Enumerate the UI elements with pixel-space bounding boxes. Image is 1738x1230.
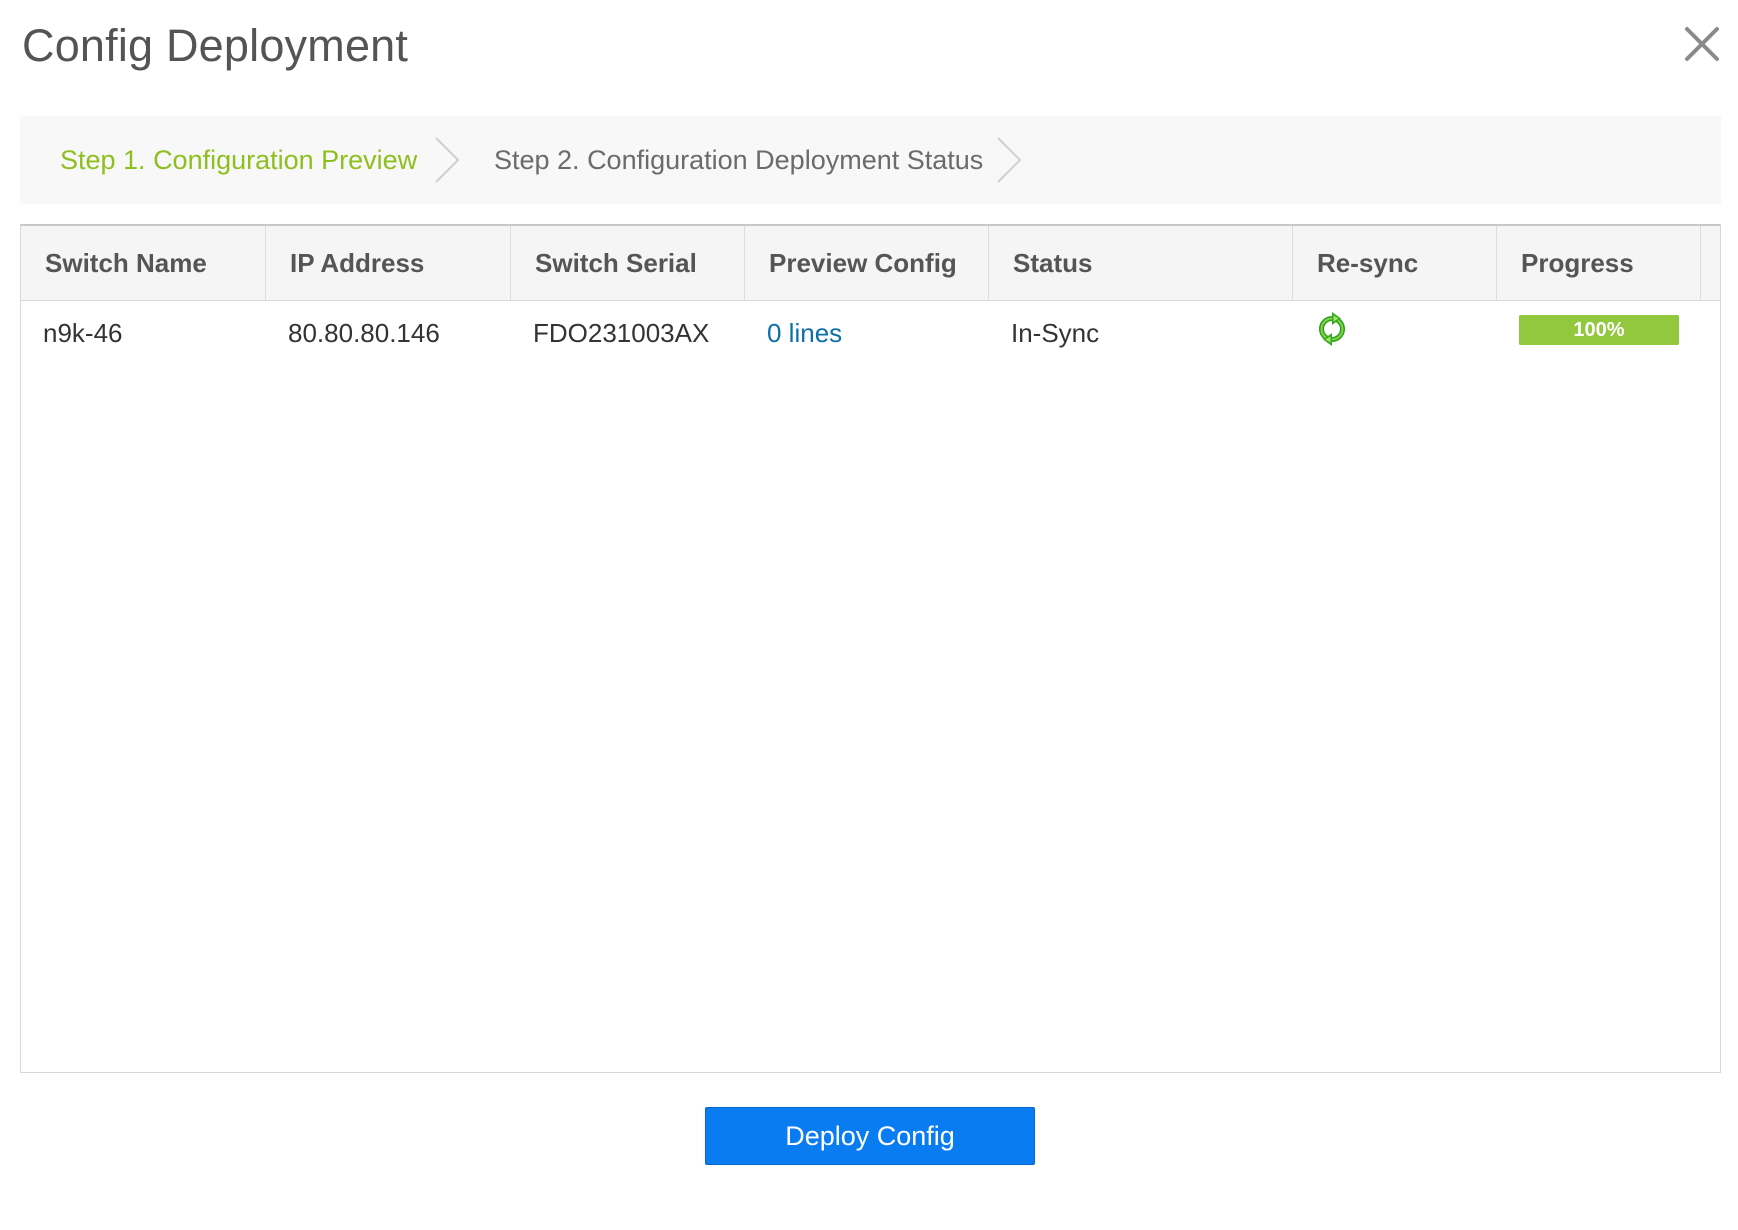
close-icon[interactable] [1684,26,1720,62]
chevron-right-icon [435,137,460,183]
column-header-switch-serial[interactable]: Switch Serial [511,226,745,300]
column-header-status[interactable]: Status [989,226,1293,300]
table-header: Switch Name IP Address Switch Serial Pre… [21,226,1720,301]
progress-label: 100% [1573,319,1625,341]
preview-config-link[interactable]: 0 lines [767,318,842,348]
switch-table: Switch Name IP Address Switch Serial Pre… [20,224,1721,1073]
cell-switch-serial: FDO231003AX [533,318,710,348]
resync-arrows-icon[interactable] [1314,311,1350,347]
cell-ip-address: 80.80.80.146 [288,318,440,348]
column-header-switch-name[interactable]: Switch Name [21,226,266,300]
column-header-resync[interactable]: Re-sync [1293,226,1497,300]
chevron-right-icon [997,137,1022,183]
step-configuration-preview[interactable]: Step 1. Configuration Preview [60,116,417,204]
cell-status: In-Sync [1011,318,1100,348]
dialog-title: Config Deployment [22,20,409,71]
column-header-ip-address[interactable]: IP Address [266,226,511,300]
column-header-preview-config[interactable]: Preview Config [745,226,989,300]
table-row[interactable]: n9k-46 80.80.80.146 FDO231003AX 0 lines … [21,301,1720,365]
config-deployment-dialog: Config Deployment Step 1. Configuration … [0,0,1738,1230]
cell-switch-name: n9k-46 [43,318,123,348]
progress-bar: 100% [1519,315,1679,345]
column-header-progress[interactable]: Progress [1497,226,1701,300]
step-deployment-status[interactable]: Step 2. Configuration Deployment Status [494,116,983,204]
deploy-config-button[interactable]: Deploy Config [705,1107,1035,1165]
cell-preview-config: 0 lines [745,301,989,365]
wizard-steps: Step 1. Configuration Preview Step 2. Co… [20,116,1721,204]
